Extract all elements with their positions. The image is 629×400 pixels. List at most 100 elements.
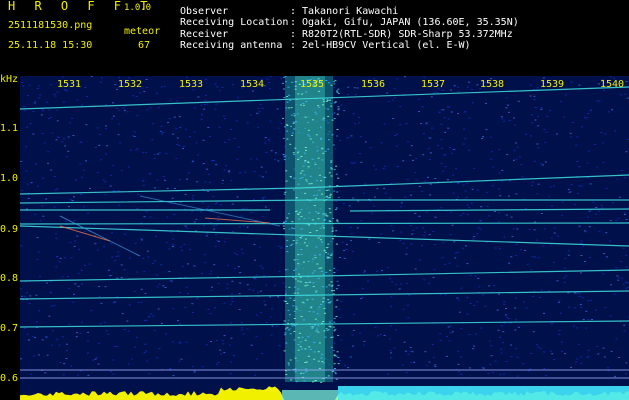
noise-pixel: [39, 94, 42, 96]
noise-pixel: [67, 276, 69, 278]
noise-pixel: [443, 263, 446, 265]
noise-pixel: [428, 283, 431, 284]
noise-pixel: [531, 122, 534, 124]
noise-pixel: [128, 166, 130, 168]
noise-pixel: [402, 308, 405, 310]
noise-pixel: [462, 213, 465, 215]
noise-pixel: [479, 220, 482, 221]
noise-pixel: [460, 373, 463, 375]
noise-pixel: [515, 193, 518, 195]
band-pixel: [302, 165, 305, 167]
noise-pixel: [277, 160, 280, 162]
band-pixel: [283, 221, 285, 223]
noise-pixel: [169, 99, 172, 101]
noise-pixel: [113, 190, 116, 192]
noise-pixel: [616, 275, 619, 277]
noise-pixel: [185, 341, 188, 343]
noise-pixel: [59, 257, 62, 259]
band-pixel: [335, 230, 338, 232]
noise-pixel: [230, 361, 233, 363]
noise-pixel: [63, 138, 66, 140]
band-pixel: [298, 211, 301, 213]
noise-pixel: [442, 170, 445, 172]
band-pixel: [306, 299, 309, 301]
noise-pixel: [155, 274, 158, 276]
noise-pixel: [248, 289, 251, 291]
noise-pixel: [476, 84, 479, 86]
noise-pixel: [498, 172, 501, 174]
noise-pixel: [32, 335, 35, 337]
noise-pixel: [282, 282, 285, 284]
info-label-location: Receiving Location: [180, 17, 289, 28]
noise-pixel: [67, 136, 70, 138]
noise-pixel: [481, 138, 484, 139]
noise-pixel: [361, 288, 364, 290]
band-pixel: [304, 238, 307, 240]
band-pixel: [325, 252, 328, 254]
noise-pixel: [534, 119, 537, 121]
band-pixel: [324, 196, 327, 198]
noise-pixel: [120, 264, 123, 266]
noise-pixel: [179, 179, 182, 181]
noise-pixel: [517, 326, 520, 328]
noise-pixel: [33, 102, 36, 104]
band-pixel: [328, 284, 331, 286]
band-pixel: [315, 290, 318, 292]
noise-pixel: [239, 272, 242, 274]
noise-pixel: [374, 196, 377, 198]
noise-pixel: [105, 330, 108, 332]
noise-pixel: [256, 314, 258, 316]
noise-pixel: [501, 169, 504, 171]
band-pixel: [315, 211, 317, 213]
noise-pixel: [261, 267, 264, 269]
band-pixel: [329, 212, 332, 214]
band-pixel: [291, 243, 294, 245]
band-pixel: [312, 141, 315, 143]
noise-pixel: [160, 131, 163, 133]
noise-pixel: [28, 339, 30, 341]
noise-pixel: [497, 329, 500, 331]
noise-pixel: [398, 288, 401, 290]
noise-pixel: [185, 128, 188, 130]
band-pixel: [289, 359, 292, 361]
noise-pixel: [488, 285, 491, 287]
noise-pixel: [207, 126, 210, 128]
noise-pixel: [393, 88, 396, 90]
noise-pixel: [578, 84, 581, 86]
band-pixel: [330, 286, 333, 287]
noise-pixel: [278, 270, 281, 272]
noise-pixel: [27, 95, 29, 97]
band-pixel: [313, 205, 316, 207]
time-tick-label: 1533: [179, 79, 204, 90]
noise-pixel: [363, 270, 366, 272]
noise-pixel: [503, 303, 506, 305]
noise-pixel: [34, 100, 37, 102]
noise-pixel: [41, 205, 44, 207]
noise-pixel: [218, 90, 221, 92]
noise-pixel: [193, 370, 196, 372]
noise-pixel: [625, 254, 627, 256]
noise-pixel: [400, 202, 403, 204]
noise-pixel: [50, 305, 53, 307]
band-pixel: [335, 165, 338, 167]
noise-pixel: [58, 136, 61, 138]
band-pixel: [296, 381, 298, 383]
band-pixel: [333, 330, 336, 332]
band-pixel: [305, 368, 308, 370]
noise-pixel: [33, 355, 36, 357]
noise-pixel: [48, 315, 51, 317]
noise-pixel: [68, 287, 70, 289]
noise-pixel: [227, 264, 230, 266]
noise-floor-band: [282, 390, 338, 400]
noise-pixel: [156, 179, 159, 181]
noise-pixel: [230, 180, 233, 182]
band-pixel: [286, 245, 288, 247]
noise-pixel: [96, 172, 99, 174]
noise-pixel: [407, 141, 410, 143]
noise-pixel: [514, 329, 517, 331]
noise-pixel: [34, 337, 36, 339]
band-pixel: [286, 303, 289, 304]
band-pixel: [297, 263, 300, 265]
noise-pixel: [510, 216, 513, 218]
noise-pixel: [506, 154, 509, 156]
